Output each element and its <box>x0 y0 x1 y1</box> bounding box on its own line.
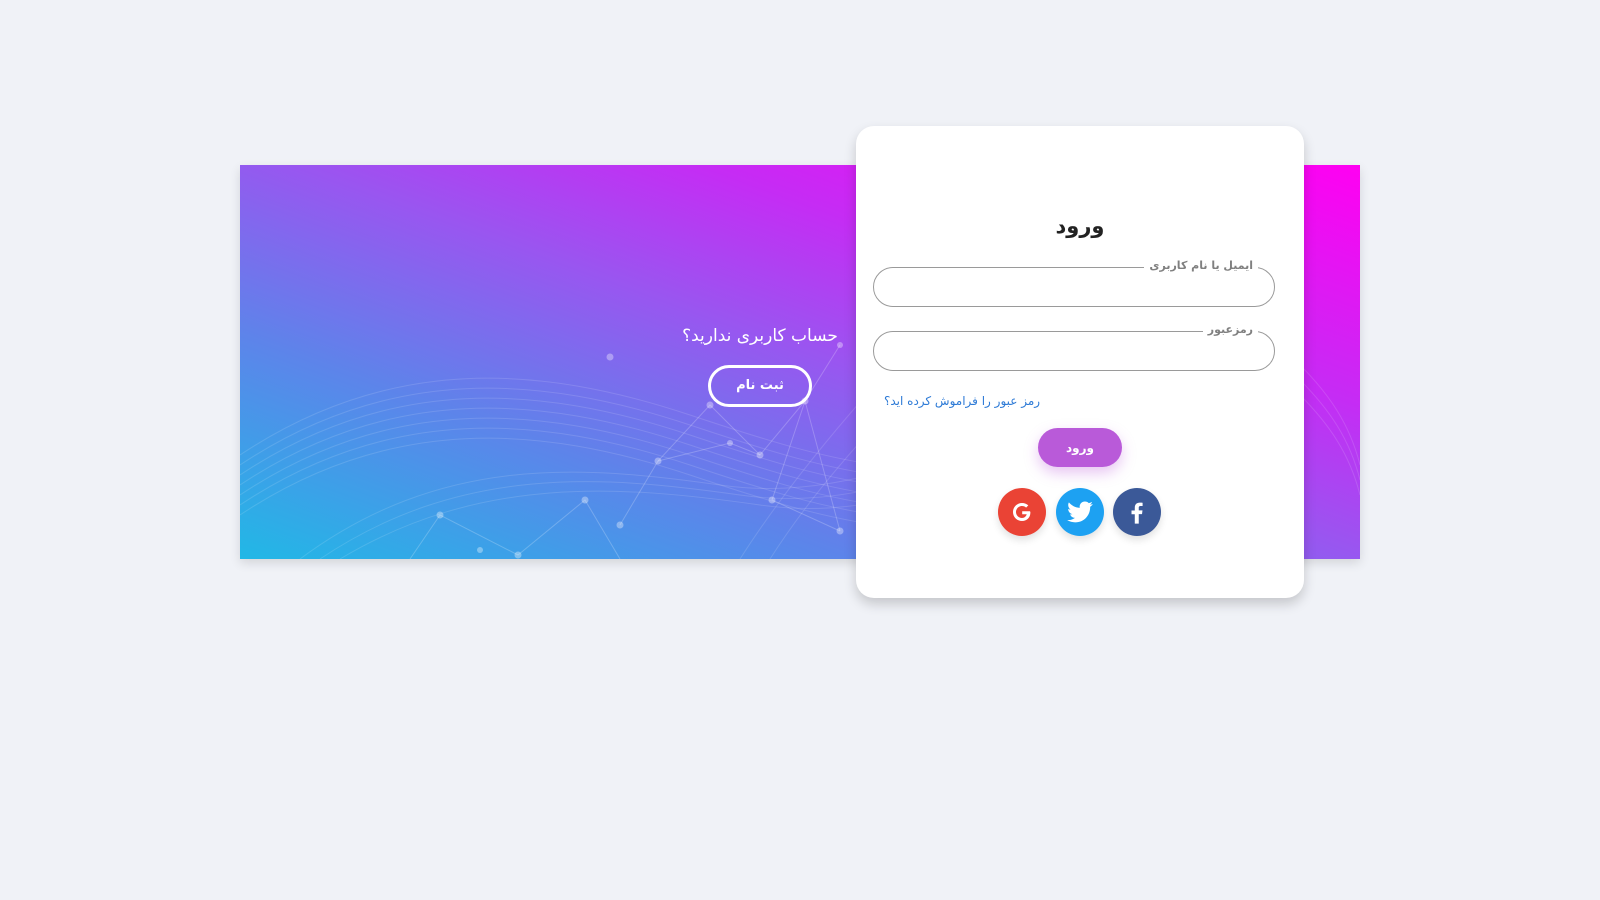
signup-prompt-text: حساب کاربری ندارید؟ <box>682 326 838 346</box>
login-card: ورود ایمیل یا نام کاربری رمزعبور رمز عبو… <box>856 126 1304 598</box>
signup-prompt: حساب کاربری ندارید؟ ثبت نام <box>640 323 880 407</box>
login-title: ورود <box>1055 214 1105 238</box>
password-field[interactable]: رمزعبور <box>873 322 1275 371</box>
password-input[interactable] <box>892 332 1262 371</box>
page: حساب کاربری ندارید؟ ثبت نام ورود ایمیل ی… <box>0 0 1600 900</box>
google-icon <box>1013 503 1031 521</box>
email-input[interactable] <box>892 268 1262 307</box>
signup-button[interactable]: ثبت نام <box>708 365 812 407</box>
twitter-login-button[interactable] <box>1056 488 1104 536</box>
twitter-icon <box>1067 501 1093 523</box>
google-login-button[interactable] <box>998 488 1046 536</box>
login-button[interactable]: ورود <box>1038 428 1122 467</box>
facebook-icon <box>1131 502 1143 524</box>
forgot-password-link[interactable]: رمز عبور را فراموش کرده اید؟ <box>884 394 1040 408</box>
facebook-login-button[interactable] <box>1113 488 1161 536</box>
email-field[interactable]: ایمیل یا نام کاربری <box>873 258 1275 307</box>
